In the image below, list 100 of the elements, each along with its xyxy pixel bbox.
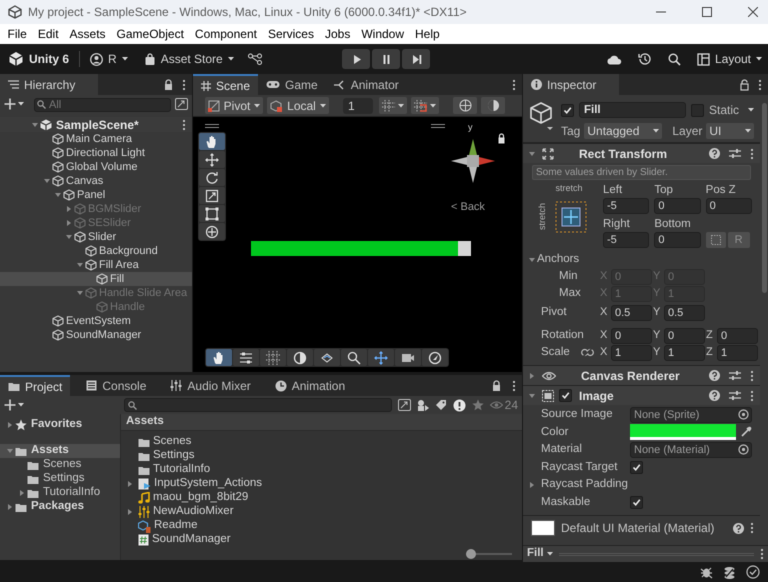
increment-snap-dropdown[interactable]: [411, 97, 439, 114]
tree-item[interactable]: Fill Area: [0, 258, 192, 272]
menu-item[interactable]: Edit: [32, 25, 64, 43]
tree-item[interactable]: Panel: [0, 188, 192, 202]
color-swatch[interactable]: [630, 424, 736, 440]
history-icon[interactable]: [638, 52, 652, 66]
checkbox[interactable]: [630, 496, 643, 509]
asset-item[interactable]: SoundManager: [121, 533, 522, 547]
tree-item[interactable]: SoundManager: [0, 328, 192, 342]
more-icon[interactable]: [750, 370, 754, 382]
editor-tab[interactable]: Animator: [326, 74, 407, 95]
more-icon[interactable]: [760, 548, 764, 560]
number-field[interactable]: 0.5: [611, 304, 652, 320]
presets-icon[interactable]: [729, 390, 741, 401]
number-field[interactable]: 0: [664, 328, 705, 344]
asset-item[interactable]: TutorialInfo: [121, 463, 522, 477]
shading-button[interactable]: [481, 97, 505, 114]
tree-item[interactable]: Directional Light: [0, 146, 192, 160]
scene-search-icon[interactable]: [175, 98, 188, 110]
menu-item[interactable]: Help: [410, 25, 446, 43]
snap-dropdown[interactable]: [379, 97, 407, 114]
tag-icon[interactable]: [434, 399, 447, 411]
anchors-foldout[interactable]: Anchors: [523, 251, 760, 268]
overlay-tool-button[interactable]: [422, 349, 448, 366]
number-field[interactable]: 0: [706, 198, 752, 214]
tree-item[interactable]: Slider: [0, 230, 192, 244]
project-tree-item[interactable]: Assets: [0, 444, 120, 458]
editor-tab[interactable]: Scene: [193, 74, 258, 95]
account-button[interactable]: R: [88, 48, 130, 70]
more-icon[interactable]: [758, 78, 762, 90]
more-icon[interactable]: [750, 390, 754, 402]
presets-icon[interactable]: [729, 370, 741, 381]
checkbox[interactable]: [690, 104, 704, 116]
component-header[interactable]: Image: [523, 385, 760, 405]
component-header[interactable]: Canvas Renderer: [523, 365, 760, 385]
name-field[interactable]: Fill: [579, 102, 686, 118]
menu-item[interactable]: Component: [189, 25, 262, 43]
overlay-tool-button[interactable]: [206, 349, 232, 366]
warning-icon[interactable]: [452, 398, 466, 412]
step-button[interactable]: [402, 49, 430, 69]
number-field[interactable]: -5: [603, 198, 650, 214]
number-field[interactable]: 1: [717, 344, 758, 360]
lock-icon[interactable]: [163, 78, 174, 90]
overlay-tool-button[interactable]: [341, 349, 367, 366]
space-dropdown[interactable]: Local: [267, 97, 329, 114]
property-foldout[interactable]: Raycast Padding: [523, 476, 628, 494]
checkbox[interactable]: [561, 104, 574, 116]
filter-type-icon[interactable]: [416, 399, 429, 411]
product-button[interactable]: Unity 6: [6, 48, 72, 70]
number-field[interactable]: 1: [664, 344, 705, 360]
tree-item[interactable]: EventSystem: [0, 314, 192, 328]
more-icon[interactable]: [750, 148, 754, 160]
play-button[interactable]: [342, 49, 370, 69]
scene-search-icon[interactable]: [398, 399, 411, 411]
overlay-tool-button[interactable]: [395, 349, 421, 366]
number-field[interactable]: 0: [717, 328, 758, 344]
globe-button[interactable]: [453, 97, 477, 114]
object-field[interactable]: None (Material): [630, 442, 752, 458]
tool-button[interactable]: [199, 133, 225, 150]
more-icon[interactable]: [512, 380, 516, 392]
cloud-icon[interactable]: [606, 54, 622, 64]
tree-item[interactable]: Background: [0, 244, 192, 258]
lock-icon[interactable]: [739, 78, 750, 90]
menu-item[interactable]: GameObject: [111, 25, 190, 43]
version-control-icon[interactable]: [248, 53, 262, 65]
tool-button[interactable]: [199, 169, 225, 186]
menu-item[interactable]: Jobs: [319, 25, 356, 43]
tree-item[interactable]: Main Camera: [0, 132, 192, 146]
more-icon[interactable]: [182, 118, 186, 130]
star-icon[interactable]: [472, 399, 484, 411]
asset-item[interactable]: Scenes: [121, 435, 522, 449]
asset-item[interactable]: Readme: [121, 519, 522, 533]
tool-button[interactable]: [199, 187, 225, 204]
pause-button[interactable]: [372, 49, 400, 69]
grid-size-field[interactable]: 1: [343, 98, 373, 114]
project-tree-item[interactable]: Settings: [0, 472, 120, 486]
tool-button[interactable]: [199, 223, 225, 240]
editor-tab[interactable]: Inspector: [523, 74, 619, 95]
tree-item[interactable]: Global Volume: [0, 160, 192, 174]
debug-icon[interactable]: [700, 566, 713, 578]
tree-item[interactable]: Fill: [0, 272, 192, 286]
more-icon[interactable]: [182, 78, 186, 90]
project-tree-item[interactable]: Packages: [0, 500, 120, 514]
overlay-tool-button[interactable]: [314, 349, 340, 366]
blueprint-mode-button[interactable]: [706, 232, 726, 248]
pivot-dropdown[interactable]: Pivot: [205, 97, 263, 114]
number-field[interactable]: -5: [603, 232, 650, 248]
editor-tab[interactable]: Game: [258, 74, 326, 95]
overlay-tool-button[interactable]: [233, 349, 259, 366]
asset-item[interactable]: NewAudioMixer: [121, 505, 522, 519]
eyedropper-icon[interactable]: [740, 426, 752, 438]
tree-item[interactable]: Canvas: [0, 174, 192, 188]
asset-store-button[interactable]: Asset Store: [138, 48, 240, 70]
tool-button[interactable]: [199, 205, 225, 222]
menu-item[interactable]: Window: [356, 25, 410, 43]
checkbox[interactable]: [630, 460, 643, 474]
layer-dropdown[interactable]: UI: [706, 123, 754, 139]
help-icon[interactable]: [733, 522, 744, 534]
lock-icon[interactable]: [497, 133, 506, 144]
menu-item[interactable]: Services: [262, 25, 320, 43]
